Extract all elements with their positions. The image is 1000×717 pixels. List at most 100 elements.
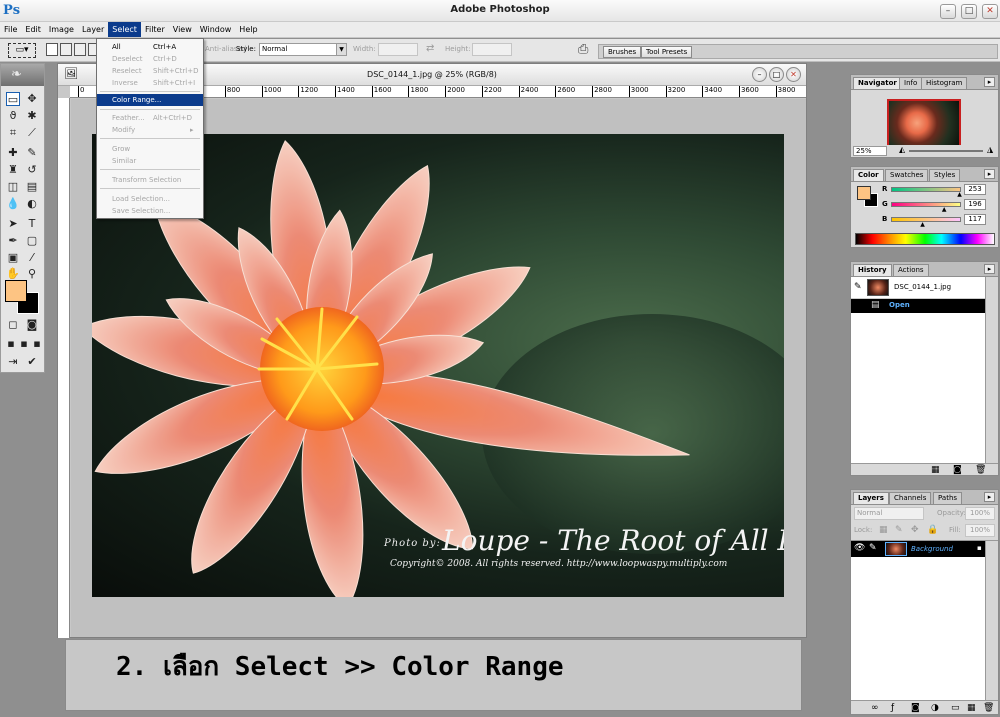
slider-g-thumb[interactable]: ▲	[942, 206, 947, 213]
slider-b[interactable]	[891, 217, 961, 222]
menu-option-color-range[interactable]: Color Range...	[97, 94, 203, 106]
opacity-input[interactable]: 100%	[965, 507, 995, 520]
color-panel-foreground[interactable]	[857, 186, 871, 200]
gradient-tool-icon[interactable]: ▤	[25, 180, 39, 194]
layer-style-icon[interactable]: ƒ	[891, 703, 894, 713]
menu-select[interactable]: Select	[108, 22, 141, 37]
lasso-tool-icon[interactable]: ϑ	[6, 109, 20, 123]
style-select[interactable]: Normal ▼	[259, 43, 347, 56]
tab-styles[interactable]: Styles	[929, 169, 961, 181]
menu-edit[interactable]: Edit	[21, 22, 45, 37]
menu-option-feather[interactable]: Feather... Alt+Ctrl+D	[97, 112, 203, 124]
tab-swatches[interactable]: Swatches	[885, 169, 929, 181]
lock-image-icon[interactable]: ✎	[895, 525, 903, 535]
zoom-in-icon[interactable]: ◮	[987, 145, 993, 154]
link-layers-icon[interactable]: ∞	[871, 703, 879, 713]
slice-tool-icon[interactable]: ⟋	[25, 126, 39, 140]
history-snapshot-row[interactable]: ✎ DSC_0144_1.jpg	[851, 277, 985, 299]
slider-r-thumb[interactable]: ▲	[957, 191, 962, 198]
menu-option-transform-selection[interactable]: Transform Selection	[97, 174, 203, 186]
history-brush-source-icon[interactable]: ✎	[854, 282, 862, 292]
healing-brush-icon[interactable]: ✚	[6, 146, 20, 160]
slider-b-thumb[interactable]: ▲	[920, 221, 925, 228]
zoom-out-icon[interactable]: ◭	[899, 145, 905, 154]
panel-menu-icon[interactable]: ▸	[984, 264, 995, 274]
check-icon[interactable]: ✔	[25, 355, 39, 369]
tab-color[interactable]: Color	[853, 169, 884, 181]
lock-all-icon[interactable]: 🔒	[927, 525, 938, 535]
shape-tool-icon[interactable]: ▢	[25, 234, 39, 248]
close-button[interactable]: ✕	[982, 4, 998, 19]
pen-tool-icon[interactable]: ✒	[6, 234, 20, 248]
menu-option-load-selection[interactable]: Load Selection...	[97, 193, 203, 205]
subtract-selection-icon[interactable]	[74, 43, 86, 56]
swap-icon[interactable]: ⇄	[426, 43, 434, 54]
menu-file[interactable]: File	[0, 22, 21, 37]
slider-g[interactable]	[891, 202, 961, 207]
dodge-tool-icon[interactable]: ◐	[25, 197, 39, 211]
move-tool-icon[interactable]: ✥	[25, 92, 39, 106]
menu-option-save-selection[interactable]: Save Selection...	[97, 205, 203, 217]
tab-brushes[interactable]: Brushes	[603, 46, 642, 58]
eye-icon[interactable]: 👁	[854, 543, 865, 553]
new-group-icon[interactable]: ▭	[951, 703, 960, 713]
menu-view[interactable]: View	[169, 22, 196, 37]
quick-mask-icon[interactable]: ◙	[25, 318, 39, 332]
slider-r[interactable]	[891, 187, 961, 192]
new-snapshot-icon[interactable]: ◙	[953, 465, 962, 475]
doc-restore-button[interactable]: □	[769, 67, 784, 82]
eraser-tool-icon[interactable]: ◫	[6, 180, 20, 194]
menu-option-all[interactable]: All Ctrl+A	[97, 41, 203, 53]
adjustment-layer-icon[interactable]: ◑	[931, 703, 939, 713]
screen-mode-full-icon[interactable]: ▪	[30, 337, 44, 351]
add-selection-icon[interactable]	[60, 43, 72, 56]
hand-tool-icon[interactable]: ✋	[6, 267, 20, 281]
clone-stamp-icon[interactable]: ♜	[6, 163, 20, 177]
tab-paths[interactable]: Paths	[933, 492, 963, 504]
path-selection-icon[interactable]: ➤	[6, 217, 20, 231]
menu-image[interactable]: Image	[45, 22, 78, 37]
navigator-zoom-slider[interactable]	[909, 150, 983, 152]
menu-help[interactable]: Help	[235, 22, 261, 37]
magic-wand-tool-icon[interactable]: ✱	[25, 109, 39, 123]
screen-mode-full-menu-icon[interactable]: ▪	[17, 337, 31, 351]
height-input[interactable]	[472, 43, 512, 56]
navigator-thumbnail[interactable]	[887, 99, 961, 147]
layer-row-background[interactable]: 👁 ✎ Background ▪	[851, 541, 985, 557]
brush-tool-icon[interactable]: ✎	[25, 146, 39, 160]
color-spectrum-bar[interactable]	[855, 233, 995, 245]
width-input[interactable]	[378, 43, 418, 56]
marquee-tool-icon[interactable]: ▭	[6, 92, 20, 106]
foreground-color-swatch[interactable]	[5, 280, 27, 302]
toolbox-header[interactable]: ❧	[1, 64, 44, 86]
new-layer-icon[interactable]: ▦	[967, 703, 976, 713]
layers-scrollbar[interactable]	[985, 541, 998, 700]
history-brush-icon[interactable]: ↺	[25, 163, 39, 177]
menu-option-similar[interactable]: Similar	[97, 155, 203, 167]
tab-navigator[interactable]: Navigator	[853, 77, 902, 89]
screen-mode-standard-icon[interactable]: ▪	[4, 337, 18, 351]
minimize-button[interactable]: –	[940, 4, 956, 19]
menu-option-reselect[interactable]: Reselect Shift+Ctrl+D	[97, 65, 203, 77]
blend-mode-select[interactable]: Normal	[854, 507, 924, 520]
vertical-ruler[interactable]	[58, 98, 70, 638]
file-browser-icon[interactable]: ⎙	[578, 42, 588, 57]
standard-mode-icon[interactable]: ◻	[6, 318, 20, 332]
marquee-preset-icon[interactable]: ▭▾	[8, 43, 36, 58]
panel-menu-icon[interactable]: ▸	[984, 492, 995, 502]
trash-icon[interactable]: 🗑	[983, 703, 994, 713]
menu-filter[interactable]: Filter	[141, 22, 169, 37]
lock-position-icon[interactable]: ✥	[911, 525, 919, 535]
menu-window[interactable]: Window	[196, 22, 236, 37]
navigator-zoom-input[interactable]: 25%	[853, 146, 887, 156]
new-selection-icon[interactable]	[46, 43, 58, 56]
menu-option-modify[interactable]: Modify ▸	[97, 124, 203, 136]
history-state-row[interactable]: ▤ Open	[851, 299, 985, 313]
notes-tool-icon[interactable]: ▣	[6, 251, 20, 265]
history-scrollbar[interactable]	[985, 277, 998, 463]
tab-history[interactable]: History	[853, 264, 892, 276]
menu-option-deselect[interactable]: Deselect Ctrl+D	[97, 53, 203, 65]
eyedropper-tool-icon[interactable]: ⁄	[25, 251, 39, 265]
value-b[interactable]: 117	[964, 214, 986, 225]
value-g[interactable]: 196	[964, 199, 986, 210]
